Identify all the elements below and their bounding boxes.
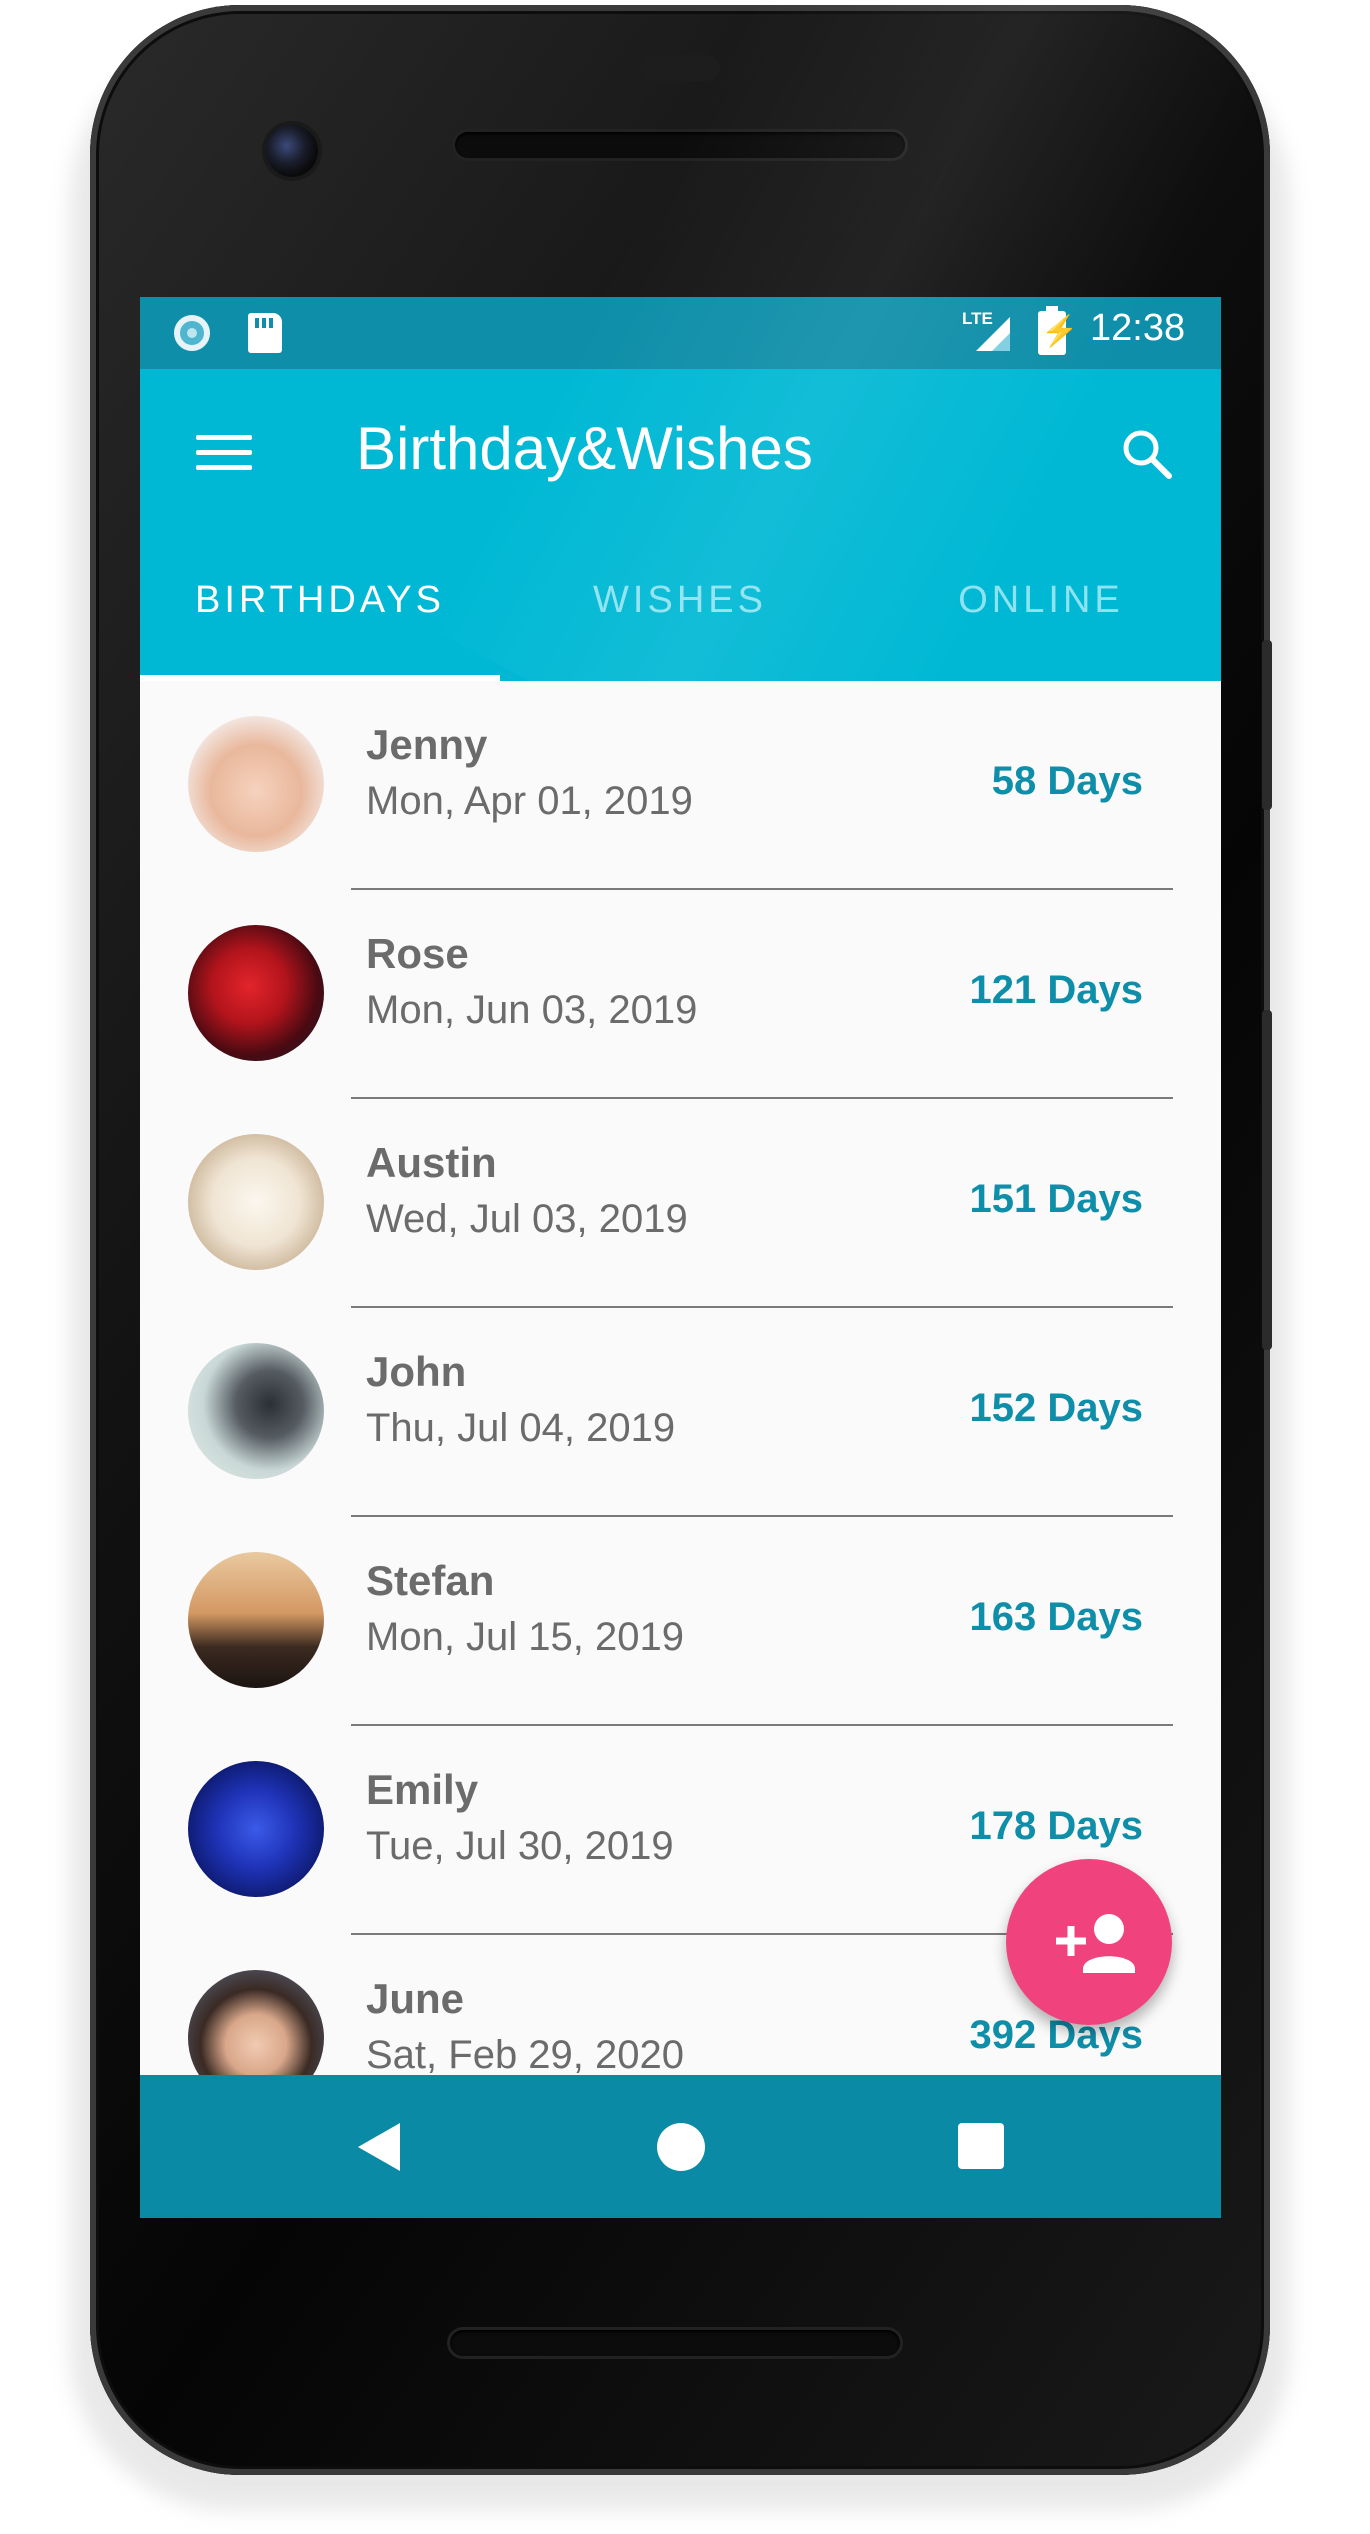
avatar (188, 716, 324, 852)
tab-online[interactable]: ONLINE (861, 519, 1221, 681)
hamburger-icon[interactable] (196, 432, 252, 474)
contact-name: John (366, 1348, 467, 1395)
bottom-speaker (450, 2330, 900, 2356)
days-remaining: 121 Days (969, 968, 1143, 1012)
add-person-button[interactable] (1006, 1859, 1172, 2025)
list-item[interactable]: Jenny Mon, Apr 01, 2019 58 Days (140, 681, 1221, 890)
birthday-date: Mon, Jul 15, 2019 (366, 1615, 684, 1659)
app-bar: Birthday&Wishes BIRTHDAYS WISHES ONLINE (140, 369, 1221, 681)
avatar (188, 1343, 324, 1479)
birthday-date: Wed, Jul 03, 2019 (366, 1197, 688, 1241)
birthday-date: Thu, Jul 04, 2019 (366, 1406, 676, 1450)
birthday-date: Mon, Apr 01, 2019 (366, 779, 693, 823)
status-time: 12:38 (1090, 307, 1186, 349)
birthday-date: Tue, Jul 30, 2019 (366, 1824, 674, 1868)
contact-name: Emily (366, 1766, 479, 1813)
home-icon[interactable] (657, 2123, 705, 2171)
system-nav-bar (140, 2075, 1221, 2218)
charging-icon: ⚡ (1041, 315, 1079, 348)
contact-name: Rose (366, 930, 469, 977)
app-title: Birthday&Wishes (356, 415, 813, 482)
tab-wishes[interactable]: WISHES (500, 519, 860, 681)
volume-button (1262, 1010, 1272, 1350)
avatar (188, 1134, 324, 1270)
status-bar: LTE ⚡ 12:38 (140, 297, 1221, 369)
days-remaining: 152 Days (969, 1386, 1143, 1430)
days-remaining: 58 Days (991, 759, 1143, 803)
proximity-sensor (640, 55, 720, 81)
list-item[interactable]: Rose Mon, Jun 03, 2019 121 Days (140, 890, 1221, 1099)
contact-name: Austin (366, 1139, 497, 1186)
tab-bar: BIRTHDAYS WISHES ONLINE (140, 519, 1221, 681)
contact-name: Stefan (366, 1557, 495, 1604)
avatar (188, 1552, 324, 1688)
contact-name: Jenny (366, 721, 488, 768)
list-item[interactable]: John Thu, Jul 04, 2019 152 Days (140, 1308, 1221, 1517)
search-icon[interactable] (1119, 426, 1175, 482)
avatar (188, 925, 324, 1061)
sd-card-icon (248, 313, 282, 353)
contact-name: June (366, 1975, 465, 2022)
back-icon[interactable] (358, 2123, 400, 2171)
top-speaker (455, 132, 905, 158)
recents-icon[interactable] (958, 2123, 1004, 2169)
days-remaining: 178 Days (969, 1804, 1143, 1848)
birthday-date: Sat, Feb 29, 2020 (366, 2033, 685, 2077)
add-person-icon (1056, 1914, 1135, 1973)
phone-screen: LTE ⚡ 12:38 Birthday&Wishes BIRTHDAYS WI… (140, 297, 1221, 2218)
days-remaining: 151 Days (969, 1177, 1143, 1221)
front-camera (266, 125, 318, 177)
list-item[interactable]: Stefan Mon, Jul 15, 2019 163 Days (140, 1517, 1221, 1726)
notification-circle-icon (174, 315, 210, 351)
tab-birthdays[interactable]: BIRTHDAYS (140, 519, 500, 681)
avatar (188, 1761, 324, 1897)
list-item[interactable]: Austin Wed, Jul 03, 2019 151 Days (140, 1099, 1221, 1308)
birthday-date: Mon, Jun 03, 2019 (366, 988, 698, 1032)
days-remaining: 163 Days (969, 1595, 1143, 1639)
power-button (1262, 640, 1272, 810)
